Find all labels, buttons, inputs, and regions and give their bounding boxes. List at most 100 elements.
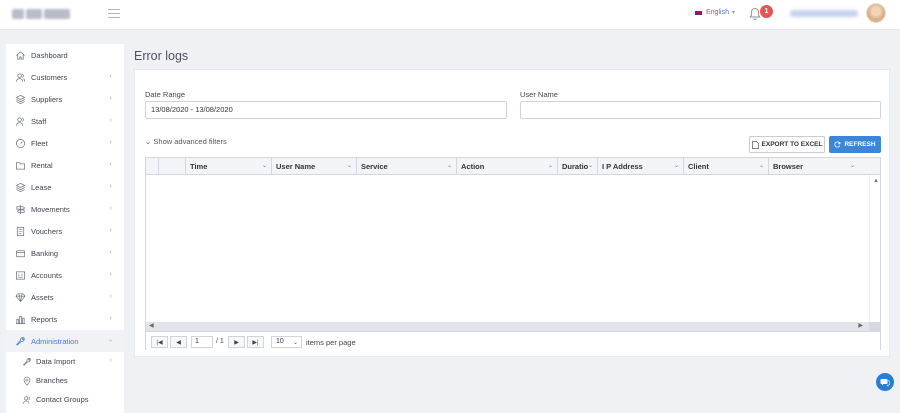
- chevron-down-icon[interactable]: ⌄: [759, 162, 764, 169]
- chevron-down-icon[interactable]: ⌄: [347, 162, 352, 169]
- column-label: Browser: [773, 161, 804, 171]
- sidebar-subitem-branches[interactable]: Branches: [6, 371, 124, 390]
- language-label: English: [706, 9, 729, 16]
- chevron-left-icon: ‹: [109, 271, 112, 278]
- prev-page-button[interactable]: ◀: [170, 336, 187, 348]
- chevron-down-icon: ‹: [107, 339, 115, 342]
- page-count: / 1: [216, 338, 224, 345]
- sidebar-item-movements[interactable]: Movements ‹: [6, 198, 124, 220]
- chevron-down-icon: ▾: [731, 10, 735, 16]
- gauge-icon: [16, 138, 25, 148]
- sidebar-item-administration[interactable]: Administration ‹: [6, 330, 124, 352]
- page-title: Error logs: [134, 49, 189, 63]
- company-logo[interactable]: [12, 8, 70, 20]
- column-label: Action: [461, 161, 485, 171]
- chevron-down-icon[interactable]: ⌄: [588, 162, 593, 169]
- chevron-left-icon: ‹: [109, 117, 112, 124]
- map-pin-icon: [23, 376, 31, 386]
- file-icon: [751, 140, 759, 149]
- chevron-left-icon: ‹: [109, 139, 112, 146]
- sidebar-item-suppliers[interactable]: Suppliers ‹: [6, 88, 124, 110]
- date-range-input[interactable]: 13/08/2020 - 13/08/2020: [145, 101, 507, 119]
- sidebar-subitem-label: Contact Groups: [36, 395, 89, 404]
- chevron-left-icon: ‹: [109, 161, 112, 168]
- sidebar-item-lease[interactable]: Lease ‹: [6, 176, 124, 198]
- scrollbar-corner: [869, 322, 880, 331]
- export-to-excel-button[interactable]: EXPORT TO EXCEL: [749, 136, 825, 153]
- sidebar-item-vouchers[interactable]: Vouchers ‹: [6, 220, 124, 242]
- show-advanced-filters-link[interactable]: ⌄ Show advanced filters: [145, 137, 227, 146]
- chevron-left-icon: ‹: [109, 205, 112, 212]
- sidebar-item-customers[interactable]: Customers ‹: [6, 66, 124, 88]
- sidebar-item-label: Movements: [31, 204, 70, 214]
- bar-chart-icon: [15, 315, 26, 324]
- grid-col-duration[interactable]: Duratio ⌄: [558, 158, 598, 174]
- menu-toggle-icon[interactable]: [108, 9, 120, 19]
- wrench-icon: [16, 336, 25, 346]
- chat-button[interactable]: [876, 373, 894, 391]
- chevron-down-icon[interactable]: ⌄: [262, 162, 267, 169]
- chevron-down-icon[interactable]: ⌄: [850, 162, 855, 169]
- date-range-label: Date Range: [145, 90, 186, 99]
- error-logs-panel: Date Range 13/08/2020 - 13/08/2020 User …: [134, 69, 890, 357]
- sidebar-item-dashboard[interactable]: Dashboard: [6, 44, 124, 66]
- sidebar-item-banking[interactable]: Banking ‹: [6, 242, 124, 264]
- grid-header: Time ⌄ User Name ⌄ Service ⌄ Action ⌄ Durati…: [146, 158, 880, 175]
- page-size-value: 10: [276, 338, 284, 345]
- page-size-select[interactable]: 10 ⌄: [271, 336, 302, 348]
- sidebar-subitem-data-import[interactable]: Data Import ‹: [6, 352, 124, 371]
- page-number-input[interactable]: 1: [191, 336, 213, 348]
- grid-col-user-name[interactable]: User Name ⌄: [272, 158, 357, 174]
- grid-col-action[interactable]: Action ⌄: [457, 158, 558, 174]
- chevron-left-icon: ‹: [109, 227, 112, 234]
- sidebar-item-reports[interactable]: Reports ‹: [6, 308, 124, 330]
- sidebar-item-label: Fleet: [31, 138, 48, 148]
- column-label: Client: [688, 161, 709, 171]
- scroll-up-icon[interactable]: ▲: [873, 178, 879, 184]
- avatar[interactable]: [866, 3, 886, 23]
- sidebar-item-rental[interactable]: Rental ‹: [6, 154, 124, 176]
- grid-col-service[interactable]: Service ⌄: [357, 158, 457, 174]
- scroll-left-icon[interactable]: ◀: [149, 322, 154, 329]
- chevron-down-icon[interactable]: ⌄: [447, 162, 452, 169]
- sidebar-subitem-contact-groups[interactable]: Contact Groups: [6, 390, 124, 409]
- sidebar-item-label: Banking: [31, 248, 59, 258]
- sidebar: Dashboard Customers ‹ Suppliers ‹ Staff …: [6, 44, 124, 413]
- error-log-grid: Time ⌄ User Name ⌄ Service ⌄ Action ⌄ Durati…: [145, 157, 881, 350]
- chat-icon: [880, 379, 890, 387]
- horizontal-scrollbar[interactable]: ◀ ▶: [146, 322, 880, 331]
- grid-col-select[interactable]: [146, 158, 159, 174]
- refresh-icon: [834, 141, 841, 148]
- user-name-input[interactable]: [520, 101, 881, 119]
- wrench-icon: [23, 357, 31, 366]
- diamond-icon: [15, 293, 26, 302]
- sidebar-item-assets[interactable]: Assets ‹: [6, 286, 124, 308]
- language-selector[interactable]: English ▾: [694, 9, 735, 16]
- user-name[interactable]: [790, 10, 858, 17]
- chevron-left-icon: ‹: [109, 183, 112, 190]
- vertical-scrollbar[interactable]: ▲: [869, 175, 880, 323]
- users-icon: [16, 116, 24, 126]
- sidebar-item-staff[interactable]: Staff ‹: [6, 110, 124, 132]
- chevron-down-icon[interactable]: ⌄: [548, 162, 553, 169]
- sidebar-subitem-label: Data Import: [36, 357, 76, 366]
- next-page-button[interactable]: ▶: [228, 336, 245, 348]
- chevron-down-icon[interactable]: ⌄: [674, 162, 679, 169]
- grid-col-expand[interactable]: [159, 158, 186, 174]
- scroll-right-icon[interactable]: ▶: [858, 322, 863, 329]
- sidebar-item-fleet[interactable]: Fleet ‹: [6, 132, 124, 154]
- refresh-button[interactable]: REFRESH: [829, 136, 881, 153]
- first-page-button[interactable]: |◀: [151, 336, 168, 348]
- chevron-left-icon: ‹: [109, 95, 112, 102]
- column-label: Time: [190, 161, 208, 171]
- last-page-button[interactable]: ▶|: [247, 336, 264, 348]
- folder-icon: [16, 161, 25, 170]
- grid-col-ip-address[interactable]: I P Address ⌄: [598, 158, 684, 174]
- grid-col-client[interactable]: Client ⌄: [684, 158, 769, 174]
- grid-col-time[interactable]: Time ⌄: [186, 158, 272, 174]
- grid-col-browser[interactable]: Browser ⌄: [769, 158, 859, 174]
- sidebar-item-accounts[interactable]: Accounts ‹: [6, 264, 124, 286]
- notification-badge[interactable]: 1: [760, 5, 773, 18]
- users-icon: [22, 395, 30, 404]
- sidebar-item-label: Assets: [31, 292, 54, 302]
